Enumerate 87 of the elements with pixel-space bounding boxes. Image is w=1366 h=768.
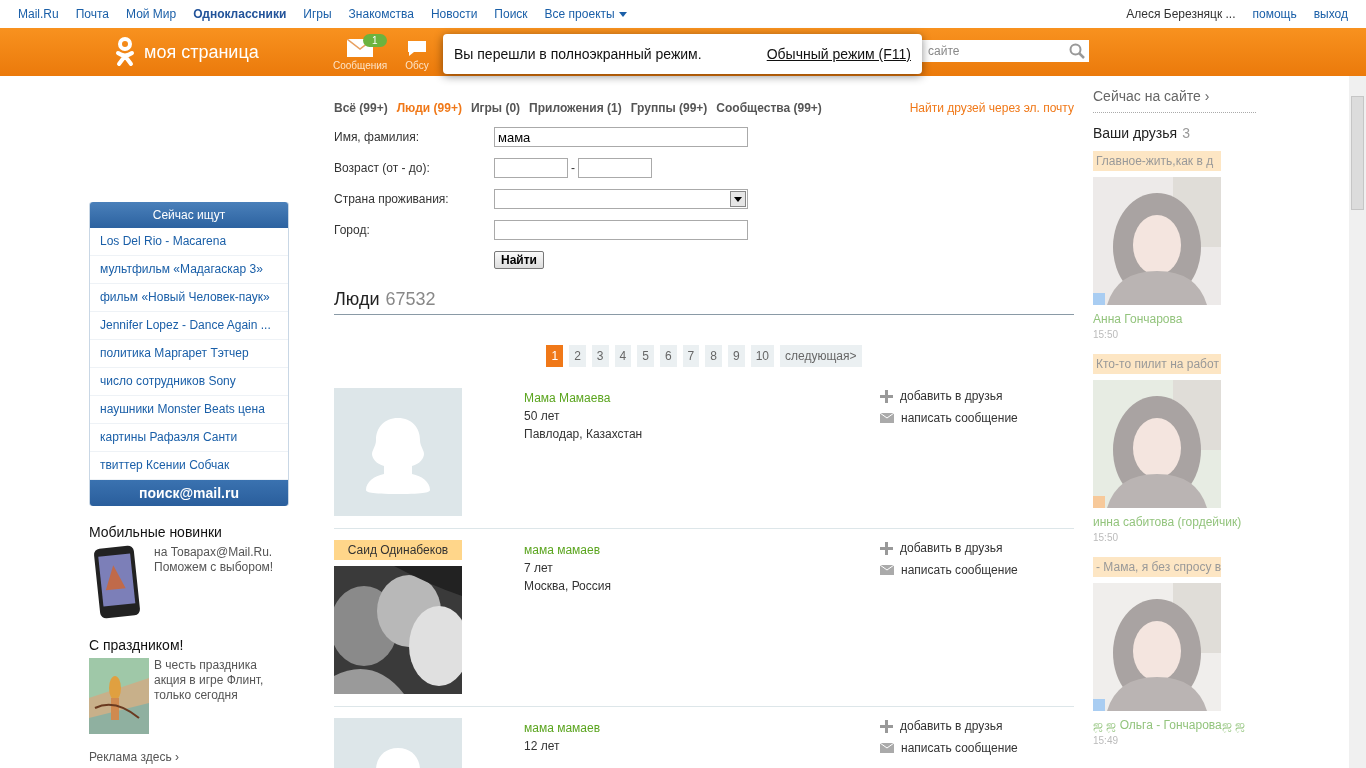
search-mail-logo[interactable]: поиск@mail.ru xyxy=(90,480,288,506)
results-title: Люди xyxy=(334,289,380,309)
advertise-link[interactable]: Реклама здесь › xyxy=(89,750,289,764)
person-age: 7 лет xyxy=(524,561,554,575)
field-label: Имя, фамилия: xyxy=(334,130,421,144)
avatar-caption: Саид Одинабеков xyxy=(334,540,462,560)
nav-link[interactable]: помощь xyxy=(1252,7,1297,21)
nav-link[interactable]: Mail.Ru xyxy=(18,7,59,21)
send-message-link[interactable]: написать сообщение xyxy=(880,411,1018,425)
envelope-icon xyxy=(880,413,894,423)
page-link[interactable]: 5 xyxy=(637,345,654,367)
nav-link[interactable]: Поиск xyxy=(494,7,528,21)
person-age: 12 лет xyxy=(524,739,561,753)
page-link[interactable]: 4 xyxy=(614,345,632,367)
filter-tab[interactable]: Игры (0) xyxy=(470,101,521,115)
add-friend-link[interactable]: добавить в друзья xyxy=(880,541,1018,555)
plus-icon xyxy=(880,541,893,555)
page-link[interactable]: 8 xyxy=(705,345,722,367)
caret-icon xyxy=(618,11,627,17)
notice-text: Вы перешли в полноэкранный режим. xyxy=(454,46,702,62)
online-now-link[interactable]: Сейчас на сайте › xyxy=(1093,88,1256,113)
person-location: Москва, Россия xyxy=(524,579,612,593)
add-friend-link[interactable]: добавить в друзья xyxy=(880,719,1018,733)
envelope-icon xyxy=(880,565,894,575)
envelope-icon xyxy=(880,743,894,753)
city-input[interactable] xyxy=(494,220,748,240)
page-link[interactable]: 2 xyxy=(569,345,586,367)
page-link[interactable]: 10 xyxy=(750,345,775,367)
person-location: Павлодар, Казахстан xyxy=(524,427,644,441)
search-button[interactable]: Найти xyxy=(494,251,544,269)
site-search-field[interactable]: сайте xyxy=(922,40,1089,62)
promo-title[interactable]: Мобильные новинки xyxy=(89,524,289,540)
range-dash: - xyxy=(571,161,575,175)
online-time: 15:50 xyxy=(1093,329,1120,340)
field-label: Город: xyxy=(334,223,371,237)
person-age: 50 лет xyxy=(524,409,561,423)
page-link[interactable]: 3 xyxy=(591,345,609,367)
name-input[interactable]: мама xyxy=(494,127,748,147)
ok-logo-icon[interactable] xyxy=(115,37,135,67)
nav-link[interactable]: Знакомства xyxy=(348,7,414,21)
nav-link[interactable]: Почта xyxy=(75,7,109,21)
filter-tab[interactable]: Приложения (1) xyxy=(529,101,622,115)
nav-link[interactable]: Мой Мир xyxy=(126,7,177,21)
online-time: 15:49 xyxy=(1093,735,1120,746)
friends-title: Ваши друзья xyxy=(1093,125,1178,141)
trending-search-link[interactable]: картины Рафаэля Санти xyxy=(90,424,288,452)
panel-title: Сейчас ищут xyxy=(90,202,288,228)
search-icon[interactable] xyxy=(1069,43,1085,59)
normal-mode-link[interactable]: Обычный режим (F11) xyxy=(766,46,911,62)
promo-text[interactable]: на Товарах@Mail.Ru. Поможем с выбором! xyxy=(154,545,289,575)
online-time: 15:50 xyxy=(1093,532,1120,543)
nav-link[interactable]: Игры xyxy=(303,7,332,21)
trending-search-link[interactable]: Jennifer Lopez - Dance Again ... xyxy=(90,312,288,340)
trending-search-link[interactable]: мультфильм «Мадагаскар 3» xyxy=(90,256,288,284)
send-message-link[interactable]: написать сообщение xyxy=(880,563,1018,577)
age-from-input[interactable] xyxy=(494,158,568,178)
promo-title[interactable]: С праздником! xyxy=(89,637,289,653)
page-link[interactable]: 7 xyxy=(682,345,700,367)
trending-search-link[interactable]: политика Маргарет Тэтчер xyxy=(90,340,288,368)
page-link[interactable]: 6 xyxy=(659,345,677,367)
field-label: Возраст (от - до): xyxy=(334,161,431,175)
field-label: Страна проживания: xyxy=(334,192,450,206)
scrollbar[interactable] xyxy=(1349,76,1366,768)
trending-search-link[interactable]: фильм «Новый Человек-паук» xyxy=(90,284,288,312)
filter-tab[interactable]: Сообщества (99+) xyxy=(716,101,822,115)
trending-search-link[interactable]: число сотрудников Sony xyxy=(90,368,288,396)
filter-tab[interactable]: Всё (99+) xyxy=(334,101,388,115)
age-to-input[interactable] xyxy=(578,158,652,178)
message-count-badge: 1 xyxy=(363,34,387,47)
filter-tab[interactable]: Группы (99+) xyxy=(630,101,708,115)
promo-text[interactable]: В честь праздника акция в игре Флинт, только сегодня xyxy=(154,658,289,703)
next-page-link[interactable]: следующая> xyxy=(780,345,862,367)
add-friend-link[interactable]: добавить в друзья xyxy=(880,389,1018,403)
trending-search-link[interactable]: Los Del Rio - Macarena xyxy=(90,228,288,256)
nav-link[interactable]: Одноклассники xyxy=(193,7,287,21)
trending-search-link[interactable]: наушники Monster Beats цена xyxy=(90,396,288,424)
page-link[interactable]: 9 xyxy=(728,345,745,367)
nav-link[interactable]: Все проекты xyxy=(544,7,627,21)
results-count: 67532 xyxy=(385,289,436,309)
nav-link[interactable]: выход xyxy=(1313,7,1348,21)
user-name[interactable]: Алеся Березняцк ... xyxy=(1126,7,1236,21)
plus-icon xyxy=(880,389,893,403)
chat-bubble-icon[interactable] xyxy=(406,39,428,57)
friends-count: 3 xyxy=(1182,125,1190,141)
plus-icon xyxy=(880,719,893,733)
send-message-link[interactable]: написать сообщение xyxy=(880,741,1018,755)
nav-link[interactable]: Новости xyxy=(430,7,478,21)
